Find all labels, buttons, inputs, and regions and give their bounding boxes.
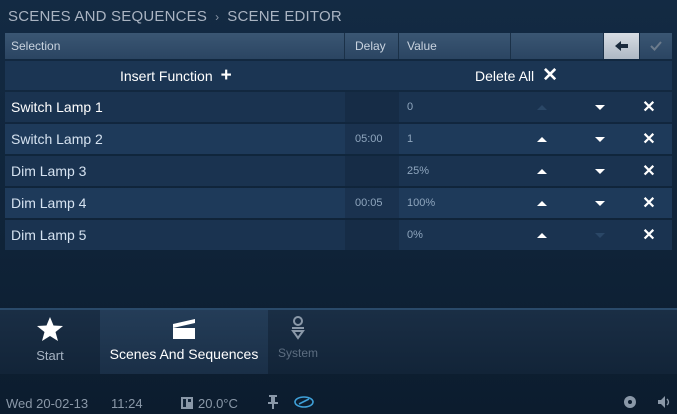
row-value[interactable]: 25% <box>399 156 511 186</box>
move-down-button[interactable] <box>573 92 626 122</box>
table-row[interactable]: Switch Lamp 2 05:00 1 ✕ <box>5 124 672 154</box>
plus-icon: + <box>220 64 232 86</box>
move-up-button[interactable] <box>511 124 573 154</box>
chevron-down-icon <box>594 200 605 206</box>
row-value[interactable]: 0 <box>399 92 511 122</box>
table-row[interactable]: Dim Lamp 3 25% ✕ <box>5 156 672 186</box>
pin-icon[interactable] <box>268 394 278 412</box>
chevron-up-icon <box>537 104 547 110</box>
header-delay: Delay <box>345 33 399 59</box>
row-delay[interactable] <box>345 156 399 186</box>
status-time: 11:24 <box>111 395 143 411</box>
breadcrumb-parent[interactable]: SCENES AND SEQUENCES <box>8 8 207 25</box>
insert-function-button[interactable]: Insert Function + <box>120 61 232 90</box>
chevron-up-icon <box>537 168 547 174</box>
delete-row-button[interactable]: ✕ <box>626 156 672 186</box>
tab-system-label: System <box>277 346 318 360</box>
move-up-button[interactable] <box>511 156 573 186</box>
chevron-up-icon <box>537 136 547 142</box>
scene-editor-screen: SCENES AND SEQUENCES › SCENE EDITOR Sele… <box>0 0 677 414</box>
status-bar: Wed 20-02-13 11:24 20.0°C <box>0 392 677 414</box>
tab-start-label: Start <box>36 348 64 363</box>
delete-row-button[interactable]: ✕ <box>626 220 672 250</box>
close-icon: ✕ <box>642 163 656 180</box>
move-down-button <box>573 220 626 250</box>
table-row[interactable]: Dim Lamp 4 00:05 100% ✕ <box>5 188 672 218</box>
speaker-icon[interactable] <box>657 395 673 412</box>
back-button[interactable] <box>604 33 640 59</box>
delete-row-button[interactable]: ✕ <box>626 124 672 154</box>
table-row[interactable]: Switch Lamp 1 0 ✕ <box>5 92 672 122</box>
row-name: Dim Lamp 3 <box>11 163 87 179</box>
row-delay[interactable] <box>345 92 399 122</box>
row-name: Switch Lamp 1 <box>11 99 103 115</box>
confirm-button[interactable] <box>640 33 672 59</box>
thermometer-icon <box>181 397 193 409</box>
settings-icon[interactable] <box>622 394 638 413</box>
close-icon: ✕ <box>642 131 656 148</box>
row-delay[interactable] <box>345 220 399 250</box>
action-bar: Insert Function + Delete All ✕ <box>5 61 672 90</box>
back-arrow-icon <box>614 41 628 51</box>
row-name: Dim Lamp 5 <box>11 227 87 243</box>
delete-all-label: Delete All <box>475 67 535 84</box>
table-header: Selection Delay Value <box>5 33 672 59</box>
tab-system[interactable]: System <box>268 310 328 374</box>
alarm-icon[interactable] <box>294 395 314 412</box>
chevron-up-icon <box>537 200 547 206</box>
row-value[interactable]: 1 <box>399 124 511 154</box>
breadcrumb-current: SCENE EDITOR <box>227 8 342 25</box>
move-up-button <box>511 92 573 122</box>
header-selection: Selection <box>5 33 345 59</box>
temperature-readout: 20.0°C <box>180 396 238 411</box>
row-delay[interactable]: 00:05 <box>345 188 399 218</box>
close-icon: ✕ <box>642 99 656 116</box>
status-date: Wed 20-02-13 <box>6 395 89 411</box>
function-list: Switch Lamp 1 0 ✕ Switch Lamp 2 05:00 1 … <box>5 92 672 252</box>
chevron-down-icon <box>594 232 605 238</box>
breadcrumb-separator: › <box>215 9 220 24</box>
clapperboard-icon <box>173 319 195 339</box>
temperature-value: 20.0°C <box>198 395 238 411</box>
move-down-button[interactable] <box>573 188 626 218</box>
row-value[interactable]: 100% <box>399 188 511 218</box>
chevron-down-icon <box>594 168 605 174</box>
header-spacer <box>511 33 604 59</box>
system-icon <box>291 316 305 340</box>
star-icon <box>37 317 63 341</box>
move-up-button[interactable] <box>511 220 573 250</box>
tab-start[interactable]: Start <box>0 310 100 374</box>
delete-all-button[interactable]: Delete All ✕ <box>475 61 558 90</box>
breadcrumb: SCENES AND SEQUENCES › SCENE EDITOR <box>0 0 677 33</box>
chevron-down-icon <box>594 104 605 110</box>
delete-row-button[interactable]: ✕ <box>626 188 672 218</box>
tab-scenes-and-sequences[interactable]: Scenes And Sequences <box>100 310 268 374</box>
bottom-navigation: Start Scenes And Sequences System <box>0 308 677 374</box>
move-up-button[interactable] <box>511 188 573 218</box>
close-icon: ✕ <box>642 227 656 244</box>
checkmark-icon <box>650 41 662 51</box>
row-delay[interactable]: 05:00 <box>345 124 399 154</box>
close-icon: ✕ <box>542 65 559 86</box>
table-row[interactable]: Dim Lamp 5 0% ✕ <box>5 220 672 250</box>
tab-scenes-label: Scenes And Sequences <box>109 346 259 362</box>
row-value[interactable]: 0% <box>399 220 511 250</box>
delete-row-button[interactable]: ✕ <box>626 92 672 122</box>
row-name: Dim Lamp 4 <box>11 195 87 211</box>
move-down-button[interactable] <box>573 156 626 186</box>
header-value: Value <box>399 33 511 59</box>
chevron-up-icon <box>537 232 547 238</box>
row-name: Switch Lamp 2 <box>11 131 103 147</box>
insert-function-label: Insert Function <box>120 67 213 84</box>
chevron-down-icon <box>594 136 605 142</box>
close-icon: ✕ <box>642 195 656 212</box>
move-down-button[interactable] <box>573 124 626 154</box>
